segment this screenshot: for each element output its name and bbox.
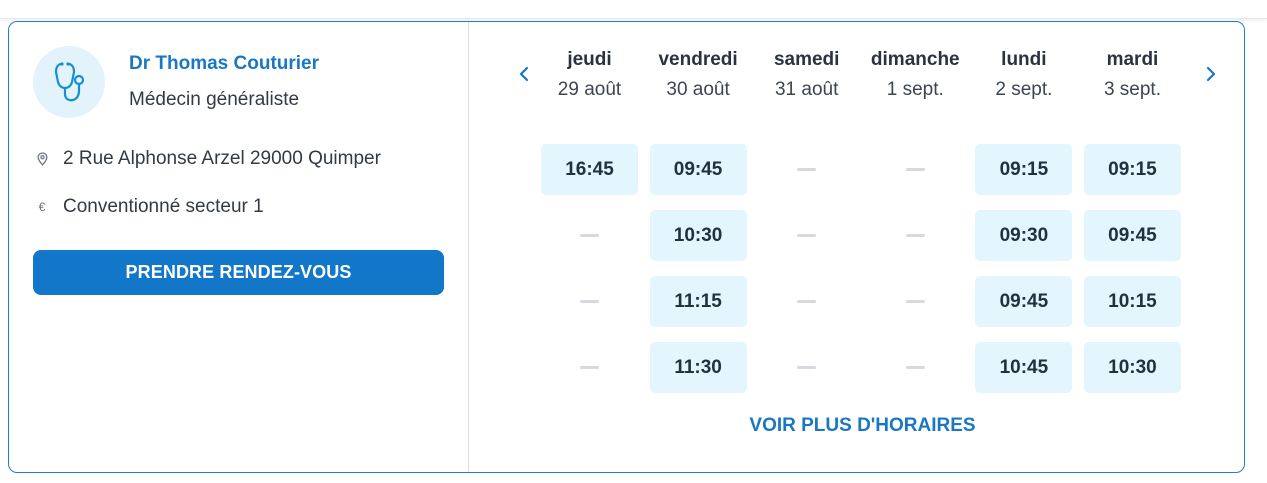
time-slot-button[interactable]: 10:30 bbox=[649, 210, 747, 261]
day-date: 30 août bbox=[666, 79, 730, 100]
time-slot-button[interactable]: 11:15 bbox=[649, 276, 747, 327]
location-pin-icon bbox=[35, 151, 49, 167]
page-header-edge bbox=[0, 0, 1267, 19]
time-slot-button[interactable]: 09:45 bbox=[649, 144, 747, 195]
more-hours-link[interactable]: VOIR PLUS D'HORAIRES bbox=[469, 415, 1256, 437]
day-date: 29 août bbox=[557, 79, 622, 100]
day-date: 1 sept. bbox=[886, 79, 944, 100]
no-slot-dash bbox=[905, 234, 925, 237]
day-name: samedi bbox=[773, 49, 840, 70]
euro-icon: € bbox=[38, 200, 46, 214]
previous-days-button[interactable] bbox=[510, 60, 538, 88]
chevron-left-icon bbox=[519, 66, 529, 82]
time-slot-button[interactable]: 10:45 bbox=[975, 342, 1073, 393]
next-days-button[interactable] bbox=[1197, 60, 1225, 88]
chevron-right-icon bbox=[1206, 66, 1216, 82]
empty-slot bbox=[541, 210, 638, 261]
empty-slot bbox=[758, 210, 855, 261]
sector-text: Conventionné secteur 1 bbox=[63, 196, 264, 217]
day-date: 31 août bbox=[774, 79, 839, 100]
empty-slot bbox=[758, 144, 855, 195]
day-name: dimanche bbox=[870, 49, 960, 70]
doctor-specialty: Médecin généraliste bbox=[129, 89, 300, 110]
empty-slot bbox=[867, 276, 964, 327]
empty-slot bbox=[867, 144, 964, 195]
no-slot-dash bbox=[797, 300, 817, 303]
time-slot-button[interactable]: 09:45 bbox=[975, 276, 1073, 327]
day-column: mardi 3 sept. 09:15 09:45 10:15 10:30 bbox=[1083, 49, 1181, 408]
no-slot-dash bbox=[905, 366, 925, 369]
slot-list bbox=[758, 144, 855, 408]
doctor-name[interactable]: Dr Thomas Couturier bbox=[129, 53, 319, 75]
no-slot-dash bbox=[580, 300, 599, 303]
stethoscope-icon bbox=[54, 62, 85, 102]
time-slot-button[interactable]: 11:30 bbox=[649, 342, 747, 393]
no-slot-dash bbox=[797, 168, 817, 171]
time-slot-button[interactable]: 10:30 bbox=[1083, 342, 1181, 393]
time-slot-button[interactable]: 09:45 bbox=[1083, 210, 1181, 261]
day-name: vendredi bbox=[658, 49, 738, 70]
day-column: jeudi 29 août 16:45 bbox=[541, 49, 638, 408]
slot-list: 16:45 bbox=[541, 144, 638, 408]
doctor-info-panel: Dr Thomas Couturier Médecin généraliste … bbox=[9, 22, 469, 472]
empty-slot bbox=[541, 342, 638, 393]
time-slot-button[interactable]: 16:45 bbox=[541, 144, 638, 195]
book-appointment-button[interactable]: PRENDRE RENDEZ-VOUS bbox=[33, 250, 444, 295]
day-column: samedi 31 août bbox=[758, 49, 855, 408]
day-column: dimanche 1 sept. bbox=[867, 49, 964, 408]
empty-slot bbox=[758, 342, 855, 393]
slot-list bbox=[867, 144, 964, 408]
day-name: mardi bbox=[1106, 49, 1159, 70]
doctor-card: Dr Thomas Couturier Médecin généraliste … bbox=[8, 21, 1245, 473]
address-row: 2 Rue Alphonse Arzel 29000 Quimper bbox=[35, 148, 381, 170]
address-text: 2 Rue Alphonse Arzel 29000 Quimper bbox=[63, 148, 381, 169]
no-slot-dash bbox=[905, 168, 925, 171]
empty-slot bbox=[541, 276, 638, 327]
day-name: lundi bbox=[1001, 49, 1047, 70]
empty-slot bbox=[867, 210, 964, 261]
no-slot-dash bbox=[905, 300, 925, 303]
day-column: vendredi 30 août 09:45 10:30 11:15 11:30 bbox=[649, 49, 747, 408]
no-slot-dash bbox=[580, 234, 599, 237]
day-date: 3 sept. bbox=[1103, 79, 1161, 100]
time-slot-button[interactable]: 09:15 bbox=[975, 144, 1073, 195]
avatar bbox=[33, 46, 105, 118]
day-column: lundi 2 sept. 09:15 09:30 09:45 10:45 bbox=[975, 49, 1073, 408]
no-slot-dash bbox=[580, 366, 599, 369]
time-slot-button[interactable]: 10:15 bbox=[1083, 276, 1181, 327]
slot-list: 09:15 09:30 09:45 10:45 bbox=[975, 144, 1073, 408]
availability-panel: jeudi 29 août 16:45 vendredi 30 août 09:45 10:… bbox=[469, 22, 1245, 472]
empty-slot bbox=[758, 276, 855, 327]
slot-list: 09:45 10:30 11:15 11:30 bbox=[649, 144, 747, 408]
time-slot-button[interactable]: 09:30 bbox=[975, 210, 1073, 261]
no-slot-dash bbox=[797, 366, 817, 369]
no-slot-dash bbox=[797, 234, 817, 237]
slot-list: 09:15 09:45 10:15 10:30 bbox=[1083, 144, 1181, 408]
sector-row: € Conventionné secteur 1 bbox=[35, 196, 264, 218]
day-name: jeudi bbox=[567, 49, 612, 70]
days-grid: jeudi 29 août 16:45 vendredi 30 août 09:45 10:… bbox=[541, 49, 1193, 408]
day-date: 2 sept. bbox=[995, 79, 1053, 100]
time-slot-button[interactable]: 09:15 bbox=[1083, 144, 1181, 195]
empty-slot bbox=[867, 342, 964, 393]
